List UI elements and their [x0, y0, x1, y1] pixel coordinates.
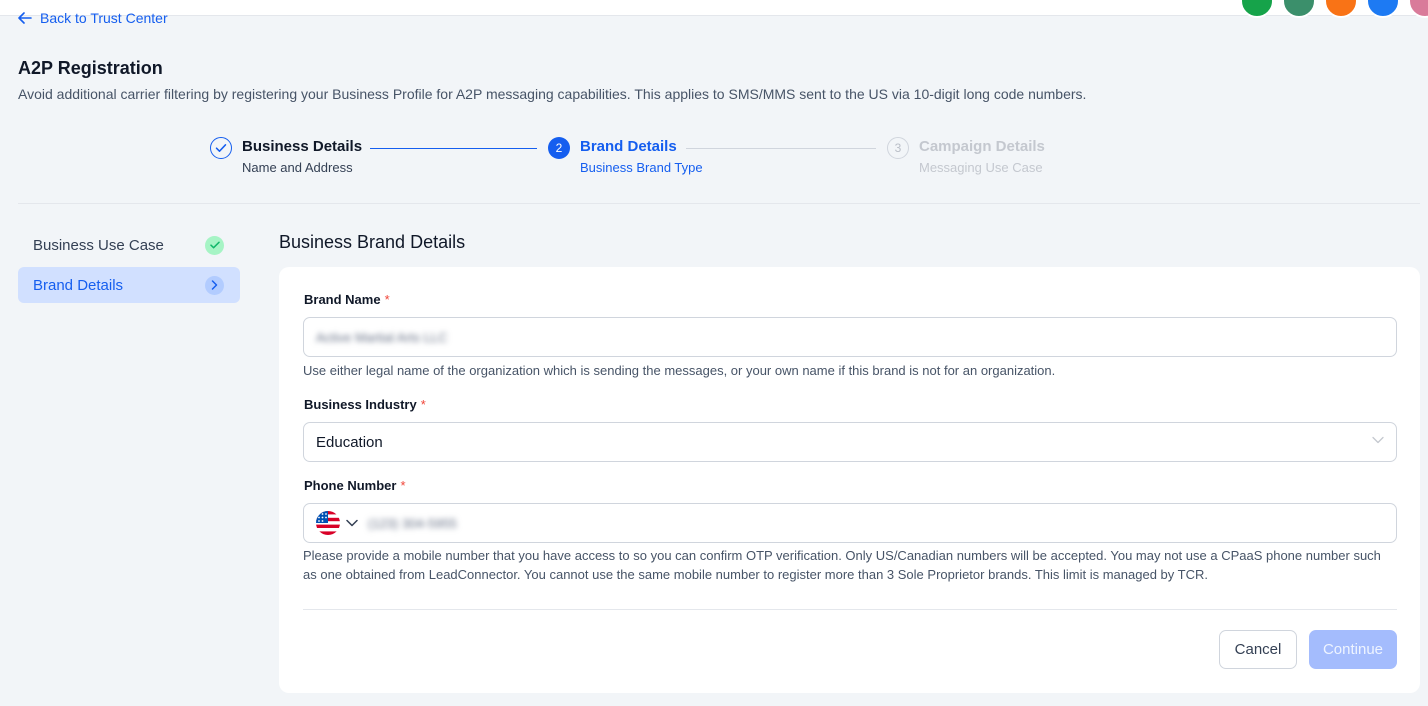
step-brand-details[interactable]: 2 Brand Details Business Brand Type — [548, 136, 703, 177]
brand-name-input[interactable]: Active Martial Arts LLC — [303, 317, 1397, 357]
chevron-right-icon — [205, 275, 224, 295]
step-subtitle: Name and Address — [242, 160, 353, 175]
phone-number-help: Please provide a mobile number that you … — [303, 548, 1381, 582]
step-campaign-details: 3 Campaign Details Messaging Use Case — [887, 136, 1045, 177]
step-title: Campaign Details — [919, 138, 1045, 155]
sidebar-item-label: Business Use Case — [33, 236, 164, 254]
section-title: Business Brand Details — [279, 232, 466, 252]
step-business-details[interactable]: Business Details Name and Address — [210, 136, 362, 177]
chevron-down-icon — [1372, 436, 1384, 444]
avatar[interactable] — [1366, 0, 1400, 18]
check-icon — [205, 235, 224, 255]
stepper-connector — [686, 148, 876, 149]
brand-name-value: Active Martial Arts LLC — [316, 329, 448, 345]
business-industry-value: Education — [316, 433, 383, 451]
avatar-group — [1240, 0, 1428, 18]
top-header — [0, 0, 1428, 18]
continue-button[interactable]: Continue — [1309, 630, 1397, 669]
phone-number-input[interactable]: (123) 304-5955 — [303, 503, 1397, 543]
sidebar-item-label: Brand Details — [33, 276, 124, 294]
divider — [18, 203, 1420, 204]
back-link-label: Back to Trust Center — [40, 10, 168, 26]
step-title: Business Details — [242, 138, 363, 155]
step-title: Brand Details — [580, 138, 677, 155]
phone-number-label: Phone Number * — [304, 478, 406, 493]
us-flag-icon[interactable] — [316, 511, 340, 535]
back-to-trust-center-link[interactable]: Back to Trust Center — [18, 10, 168, 26]
sidebar-item-brand-details[interactable]: Brand Details — [18, 267, 240, 303]
phone-number-value: (123) 304-5955 — [368, 515, 457, 531]
avatar[interactable] — [1282, 0, 1316, 18]
check-circle-icon — [210, 137, 232, 159]
brand-name-label: Brand Name * — [304, 292, 390, 307]
stepper-connector — [370, 148, 537, 149]
sidebar-item-business-use-case[interactable]: Business Use Case — [18, 227, 240, 263]
business-industry-select[interactable]: Education — [303, 422, 1397, 462]
step-subtitle: Messaging Use Case — [919, 160, 1043, 175]
avatar[interactable] — [1324, 0, 1358, 18]
required-mark: * — [384, 292, 390, 307]
step-subtitle: Business Brand Type — [580, 160, 703, 175]
brand-name-help: Use either legal name of the organizatio… — [303, 363, 1056, 378]
required-mark: * — [400, 478, 406, 493]
chevron-down-icon[interactable] — [346, 519, 358, 527]
page-title: A2P Registration — [18, 58, 163, 78]
step-number: 2 — [548, 137, 570, 159]
required-mark: * — [420, 397, 426, 412]
avatar[interactable] — [1240, 0, 1274, 18]
arrow-left-icon — [18, 12, 32, 24]
step-number: 3 — [887, 137, 909, 159]
page-description: Avoid additional carrier filtering by re… — [18, 86, 1087, 102]
cancel-button[interactable]: Cancel — [1219, 630, 1297, 669]
avatar[interactable] — [1408, 0, 1428, 18]
business-industry-label: Business Industry * — [304, 397, 426, 412]
brand-details-form: Brand Name * Active Martial Arts LLC Use … — [279, 267, 1420, 693]
divider — [303, 609, 1397, 610]
